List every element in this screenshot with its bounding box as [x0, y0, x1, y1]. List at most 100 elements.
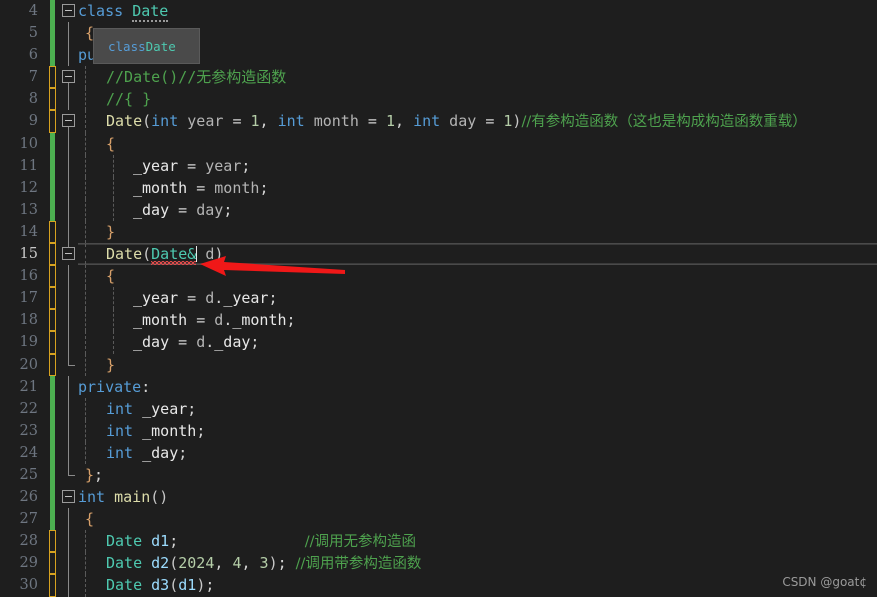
- indent-guide: [85, 419, 86, 442]
- code-row[interactable]: 23 int _month;: [0, 419, 877, 442]
- code-text: Date d3(d1);: [106, 574, 214, 596]
- code-line[interactable]: Date d1; //调用无参构造函: [78, 530, 877, 553]
- token-dot: .: [223, 311, 233, 330]
- code-line[interactable]: //{ }: [78, 88, 877, 111]
- code-line[interactable]: _month = month;: [78, 176, 877, 199]
- code-row[interactable]: 8 //{ }: [0, 88, 877, 111]
- code-row-current[interactable]: 15 Date(Date& d): [0, 243, 877, 266]
- watermark: CSDN @goat¢: [782, 575, 867, 589]
- code-row[interactable]: 25 };: [0, 463, 877, 487]
- line-number: 28: [19, 533, 38, 550]
- code-row[interactable]: 27 {: [0, 508, 877, 531]
- fold-guide: [68, 287, 69, 310]
- fold-guide: [68, 530, 69, 553]
- code-row[interactable]: 28 Date d1; //调用无参构造函: [0, 530, 877, 553]
- line-number: 24: [19, 444, 38, 461]
- token-pad: [287, 554, 296, 572]
- code-line[interactable]: Date(Date& d): [78, 243, 877, 266]
- hover-tooltip: class Date: [93, 28, 200, 64]
- token-member: _year: [133, 156, 179, 175]
- code-line[interactable]: class Date: [78, 0, 877, 22]
- code-row[interactable]: 19 _day = d._day;: [0, 331, 877, 354]
- code-line[interactable]: Date(int year = 1, int month = 1, int da…: [78, 110, 877, 133]
- indent-guide: [85, 441, 86, 464]
- fold-guide: [68, 375, 69, 398]
- code-line[interactable]: _month = d._month;: [78, 309, 877, 332]
- code-line[interactable]: int _day;: [78, 441, 877, 464]
- code-text: private:: [78, 376, 150, 398]
- code-row[interactable]: 12 _month = month;: [0, 176, 877, 199]
- token-comment: //Date()//无参构造函数: [106, 68, 287, 87]
- code-line[interactable]: _day = day;: [78, 198, 877, 221]
- code-row[interactable]: 18 _month = d._month;: [0, 309, 877, 332]
- line-number: 26: [19, 489, 38, 506]
- code-line[interactable]: {: [78, 508, 877, 530]
- code-text: _month = month;: [133, 177, 268, 199]
- code-line[interactable]: }: [78, 220, 877, 244]
- token-brace: {: [106, 134, 116, 153]
- code-line[interactable]: }: [78, 353, 877, 376]
- code-row[interactable]: 9 Date(int year = 1, int month = 1, int …: [0, 110, 877, 133]
- code-line[interactable]: //Date()//无参构造函数: [78, 66, 877, 89]
- line-number: 27: [19, 511, 38, 528]
- token-number: 1: [385, 112, 395, 131]
- token-variable: d3: [142, 576, 170, 595]
- code-line[interactable]: {: [78, 132, 877, 155]
- code-row[interactable]: 11 _year = year;: [0, 154, 877, 177]
- token-member: _year: [133, 399, 188, 418]
- code-row[interactable]: 21 private:: [0, 375, 877, 398]
- code-line[interactable]: private:: [78, 376, 877, 398]
- token-object: d: [205, 289, 215, 308]
- code-row[interactable]: 26 int main(): [0, 486, 877, 509]
- fold-toggle-icon[interactable]: [62, 4, 75, 17]
- fold-guide: [68, 132, 69, 155]
- token-function: Date: [106, 245, 143, 264]
- code-row[interactable]: 17 _year = d._year;: [0, 287, 877, 310]
- code-row[interactable]: 20 }: [0, 353, 877, 376]
- code-line[interactable]: Date d2(2024, 4, 3); //调用带参构造函数: [78, 552, 877, 575]
- indent-guide: [85, 176, 86, 199]
- indent-guide: [85, 309, 86, 332]
- change-bar-unsaved: [49, 243, 56, 266]
- change-bar-green: [50, 198, 55, 221]
- code-text: _day = d._day;: [133, 331, 259, 353]
- code-row[interactable]: 13 _day = day;: [0, 198, 877, 221]
- indent-guide: [85, 198, 86, 221]
- code-row[interactable]: 22 int _year;: [0, 397, 877, 420]
- line-number: 15: [19, 246, 38, 263]
- token-member: _month: [133, 421, 197, 440]
- token-pad: [178, 532, 304, 550]
- code-line[interactable]: {: [78, 265, 877, 288]
- code-row[interactable]: 30 Date d3(d1);: [0, 574, 877, 597]
- token-param: year: [178, 112, 233, 131]
- code-row[interactable]: 29 Date d2(2024, 4, 3); //调用带参构造函数: [0, 552, 877, 575]
- code-line[interactable]: _year = year;: [78, 154, 877, 177]
- fold-guide: [68, 265, 69, 288]
- code-row[interactable]: 14 }: [0, 220, 877, 244]
- code-line[interactable]: int _year;: [78, 397, 877, 420]
- indent-guide: [85, 88, 86, 111]
- code-row[interactable]: 24 int _day;: [0, 441, 877, 464]
- code-row[interactable]: 4 class Date: [0, 0, 877, 23]
- fold-toggle-icon[interactable]: [62, 114, 75, 128]
- code-row[interactable]: 16 {: [0, 265, 877, 288]
- token-paren: (: [169, 576, 179, 595]
- change-bar-green: [50, 486, 55, 509]
- code-line[interactable]: _year = d._year;: [78, 287, 877, 310]
- change-bar-green: [50, 375, 55, 398]
- fold-toggle-icon[interactable]: [62, 490, 75, 504]
- token-param: month: [214, 178, 260, 197]
- code-row[interactable]: 10 {: [0, 132, 877, 155]
- code-line[interactable]: int _month;: [78, 419, 877, 442]
- code-line[interactable]: _day = d._day;: [78, 331, 877, 354]
- line-number: 11: [19, 157, 38, 174]
- token-type: int: [106, 421, 134, 440]
- code-row[interactable]: 7 //Date()//无参构造函数: [0, 66, 877, 89]
- code-line[interactable]: };: [78, 464, 877, 486]
- fold-guide: [68, 198, 69, 221]
- code-line[interactable]: int main(): [78, 486, 877, 508]
- code-line[interactable]: Date d3(d1);: [78, 574, 877, 597]
- fold-toggle-icon[interactable]: [62, 247, 75, 261]
- code-editor[interactable]: 4 class Date 5 { 6 public: 7 //Date()//无…: [0, 0, 877, 597]
- fold-toggle-icon[interactable]: [62, 70, 75, 84]
